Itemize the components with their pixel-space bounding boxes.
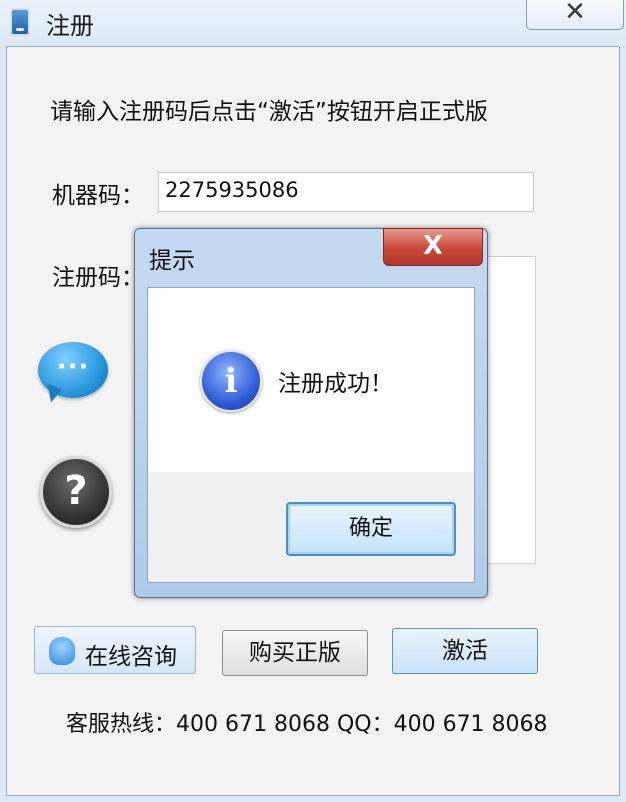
online-consult-label: 在线咨询 <box>85 644 177 670</box>
chat-dots-glyph: ··· <box>56 352 90 382</box>
registration-code-label: 注册码： <box>52 265 144 291</box>
window-close-button[interactable]: ✕ <box>526 0 624 30</box>
dialog-body: i 注册成功！ 确定 <box>147 287 475 583</box>
window-titlebar: 注册 ✕ <box>0 0 626 46</box>
alert-dialog: 提示 X i 注册成功！ 确定 <box>134 228 488 598</box>
buy-button[interactable]: 购买正版 <box>222 630 368 676</box>
hotline-text: 客服热线：400 671 8068 QQ：400 671 8068 <box>66 712 548 737</box>
window-title: 注册 <box>46 12 94 40</box>
info-icon: i <box>200 350 262 412</box>
dialog-close-button[interactable]: X <box>383 228 483 266</box>
ok-button[interactable]: 确定 <box>286 502 456 556</box>
dialog-title: 提示 <box>149 248 195 274</box>
activate-button[interactable]: 激活 <box>392 628 538 674</box>
machine-code-field[interactable]: 2275935086 <box>158 172 534 212</box>
online-consult-button[interactable]: 在线咨询 <box>34 626 196 674</box>
help-question-icon[interactable]: ? <box>40 456 112 528</box>
qq-penguin-icon <box>49 637 75 665</box>
chat-bubble-icon[interactable]: ··· <box>38 342 108 398</box>
instruction-text: 请输入注册码后点击“激活”按钮开启正式版 <box>50 99 488 125</box>
phone-app-icon <box>10 8 30 36</box>
dialog-message: 注册成功！ <box>278 371 393 397</box>
machine-code-label: 机器码： <box>52 183 144 209</box>
